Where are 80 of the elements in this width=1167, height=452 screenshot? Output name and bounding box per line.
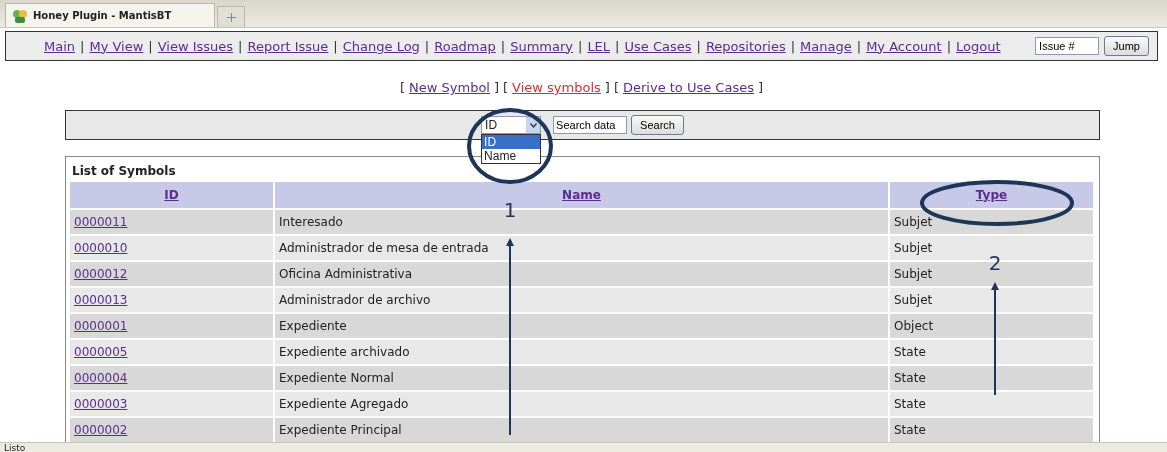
table-cell: Object xyxy=(894,319,934,333)
column-header[interactable]: Name xyxy=(562,188,601,202)
id-link[interactable]: 0000005 xyxy=(74,345,128,359)
caret-icon xyxy=(529,122,537,128)
id-link[interactable]: 0000012 xyxy=(74,267,128,281)
nav-link[interactable]: Change Log xyxy=(342,38,420,54)
table-title: List of Symbols xyxy=(71,163,177,180)
table-cell: State xyxy=(894,397,926,411)
id-link[interactable]: 0000010 xyxy=(74,241,128,255)
id-link[interactable]: 0000003 xyxy=(74,397,128,411)
separator: | xyxy=(500,38,506,54)
jump-button[interactable]: Jump xyxy=(1104,36,1149,56)
bracket: ] xyxy=(604,80,610,95)
action-link[interactable]: Derive to Use Cases xyxy=(622,80,754,95)
annotation-number: 2 xyxy=(988,251,1002,275)
nav-link[interactable]: Summary xyxy=(510,38,573,54)
nav-link[interactable]: My Account xyxy=(866,38,942,54)
table-cell: Subjet xyxy=(894,293,933,307)
table-cell: Expediente archivado xyxy=(279,345,410,359)
search-button[interactable]: Search xyxy=(631,115,684,135)
table-cell: Expediente xyxy=(279,319,347,333)
id-link[interactable]: 0000013 xyxy=(74,293,128,307)
table-cell: Expediente Normal xyxy=(279,371,394,385)
bracket: [ xyxy=(399,80,406,95)
issue-field[interactable]: Issue # xyxy=(1035,37,1100,55)
plus-icon xyxy=(226,12,236,22)
nav-link[interactable]: LEL xyxy=(587,38,611,54)
separator: | xyxy=(615,38,620,54)
separator: | xyxy=(238,38,243,54)
bracket: ] xyxy=(493,80,500,95)
dropdown-option[interactable]: ID xyxy=(482,135,541,149)
separator: | xyxy=(856,38,862,54)
nav-link[interactable]: Roadmap xyxy=(434,38,496,54)
id-link[interactable]: 0000011 xyxy=(74,215,128,229)
field-select[interactable]: ID xyxy=(481,116,542,134)
table-cell: Subjet xyxy=(894,241,933,255)
plugin-icon xyxy=(12,8,28,23)
action-link[interactable]: View symbols xyxy=(512,80,601,95)
new-tab-button[interactable] xyxy=(217,6,245,27)
separator: | xyxy=(790,38,796,54)
dropdown-option[interactable]: Name xyxy=(482,149,541,163)
nav-link[interactable]: View Issues xyxy=(157,38,234,54)
table-cell: Interesado xyxy=(279,215,343,229)
table-cell: Subjet xyxy=(894,267,933,281)
column-header[interactable]: Type xyxy=(975,188,1008,202)
action-link[interactable]: New Symbol xyxy=(409,80,490,95)
bracket: ] xyxy=(757,80,764,95)
status-bar: Listo xyxy=(0,442,1167,452)
separator: | xyxy=(578,38,583,54)
separator: | xyxy=(148,38,153,54)
separator: | xyxy=(80,38,85,54)
id-link[interactable]: 0000002 xyxy=(74,423,128,437)
table-cell: Expediente Agregado xyxy=(279,397,409,411)
browser-tab[interactable]: Honey Plugin - MantisBT xyxy=(5,3,215,27)
separator: | xyxy=(333,38,338,54)
nav-link[interactable]: Use Cases xyxy=(624,38,692,54)
column-header[interactable]: ID xyxy=(164,188,179,202)
separator: | xyxy=(424,38,430,54)
nav-link[interactable]: My View xyxy=(89,38,144,54)
nav-link[interactable]: Manage xyxy=(800,38,852,54)
table-cell: State xyxy=(894,345,926,359)
search-field[interactable]: Search data xyxy=(553,116,628,134)
table-cell: Expediente Principal xyxy=(279,423,402,437)
nav-link[interactable]: Report Issue xyxy=(247,38,329,54)
table-cell: Administrador de archivo xyxy=(279,293,431,307)
table-cell: State xyxy=(894,423,926,437)
table-cell: Oficina Administrativa xyxy=(279,267,413,281)
annotation-number: 1 xyxy=(503,198,517,222)
separator: | xyxy=(946,38,952,54)
table-cell: Administrador de mesa de entrada xyxy=(279,241,489,255)
bracket: [ xyxy=(503,80,509,95)
nav-link[interactable]: Repositories xyxy=(705,38,786,54)
bracket: [ xyxy=(613,80,619,95)
id-link[interactable]: 0000001 xyxy=(74,319,128,333)
table-cell: State xyxy=(894,371,926,385)
separator: | xyxy=(696,38,701,54)
nav-link[interactable]: Main xyxy=(44,38,76,54)
table-cell: Subjet xyxy=(894,215,933,229)
nav-link[interactable]: Logout xyxy=(956,38,1001,54)
id-link[interactable]: 0000004 xyxy=(74,371,128,385)
